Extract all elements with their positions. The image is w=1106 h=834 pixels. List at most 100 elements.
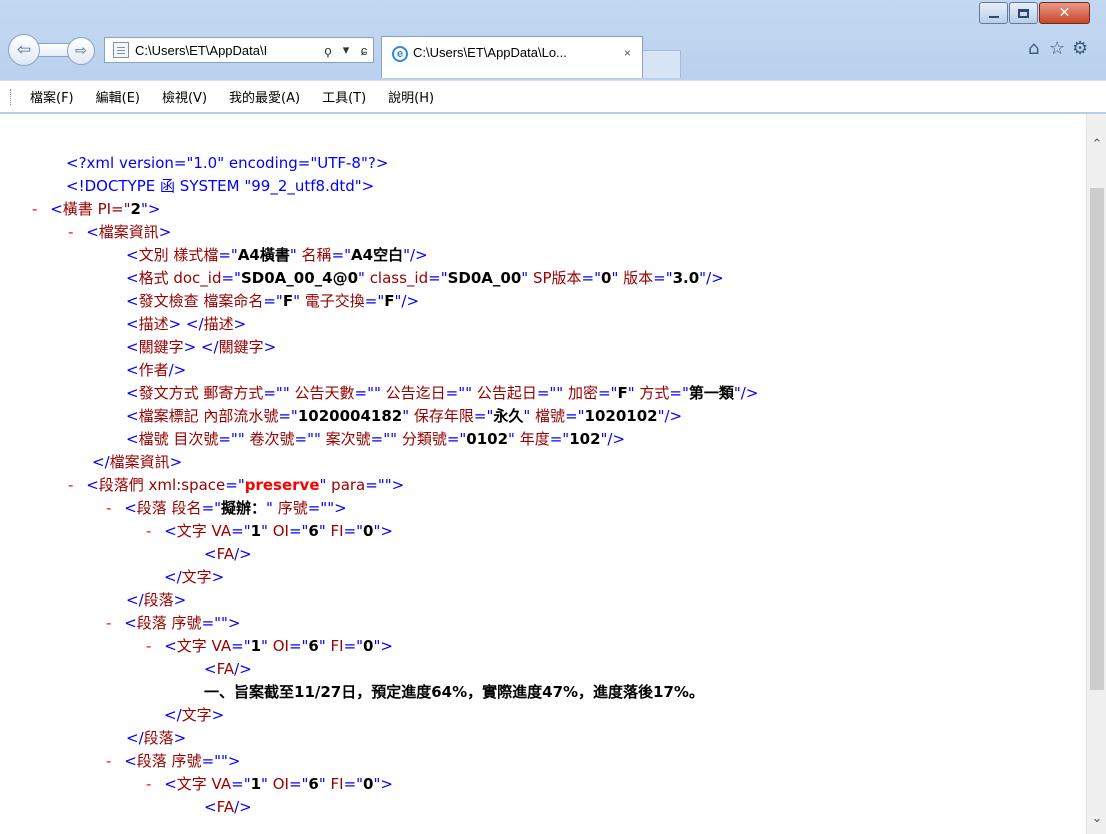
xml-bracket: <: [124, 752, 137, 770]
collapse-toggle[interactable]: -: [68, 223, 73, 241]
xml-tag: 關鍵字: [138, 338, 184, 356]
xml-attr: 加密: [567, 384, 598, 402]
xml-bracket: <: [124, 614, 137, 632]
collapse-toggle[interactable]: -: [146, 637, 151, 655]
xml-bracket: =": [331, 246, 352, 264]
vertical-scrollbar[interactable]: ⌃ ⌄: [1086, 114, 1106, 834]
xml-tag: 描述: [203, 315, 234, 333]
star-icon[interactable]: ☆: [1049, 38, 1065, 59]
xml-line: <作者/>: [126, 359, 186, 382]
xml-bracket: =": [343, 522, 364, 540]
collapse-toggle[interactable]: -: [106, 614, 111, 632]
xml-bracket: <: [126, 246, 139, 264]
xml-tag: 段落 段名: [136, 499, 202, 517]
xml-bracket: =": [288, 637, 309, 655]
menu-view[interactable]: 檢視(V): [162, 87, 207, 106]
xml-value: preserve: [244, 476, 320, 494]
xml-value: 1: [250, 637, 262, 655]
xml-bracket: ": [289, 246, 302, 264]
xml-bracket: <: [126, 384, 139, 402]
new-tab-button[interactable]: [643, 50, 681, 78]
xml-tag: 段落: [143, 729, 174, 747]
gear-icon[interactable]: ⚙: [1072, 38, 1088, 59]
xml-bracket: />: [234, 660, 252, 678]
xml-bracket: =": [288, 775, 309, 793]
xml-line: - <檔案資訊>: [68, 221, 171, 244]
xml-bracket: "/>: [394, 292, 420, 310]
close-tab-icon[interactable]: ×: [624, 46, 642, 60]
xml-attr: 公告迄日: [385, 384, 446, 402]
xml-bracket: ": [318, 637, 331, 655]
ie-logo-icon: e: [392, 46, 408, 62]
xml-bracket: >: [211, 706, 225, 724]
xml-value: 永久: [493, 407, 524, 425]
xml-bracket: >: [263, 338, 277, 356]
address-text[interactable]: C:\Users\ET\AppData\I: [135, 43, 319, 58]
scrollbar-thumb[interactable]: [1090, 188, 1104, 690]
refresh-icon[interactable]: ɕ: [355, 43, 373, 58]
xml-bracket: =": [218, 246, 238, 264]
menu-tools[interactable]: 工具(T): [322, 87, 366, 106]
home-icon[interactable]: ⌂: [1028, 38, 1039, 59]
xml-bracket: "/>: [733, 384, 759, 402]
collapse-toggle[interactable]: -: [146, 522, 151, 540]
collapse-toggle[interactable]: -: [32, 200, 37, 218]
menu-file[interactable]: 檔案(F): [30, 87, 74, 106]
xml-tag: 格式 doc_id: [138, 269, 222, 287]
maximize-button[interactable]: [1009, 2, 1038, 24]
xml-value: F: [617, 384, 628, 402]
back-arrow-icon: ⇦: [16, 40, 32, 60]
xml-bracket: =": [343, 637, 364, 655]
browser-tab[interactable]: e C:\Users\ET\AppData\Lo... ×: [381, 36, 643, 78]
xml-bracket: <: [204, 798, 217, 816]
menu-help[interactable]: 說明(H): [388, 87, 434, 106]
address-bar[interactable]: C:\Users\ET\AppData\I ϙ ▾ ɕ: [104, 37, 374, 63]
xml-bracket: =": [428, 269, 448, 287]
xml-bracket: =": [201, 499, 222, 517]
xml-tag: 檔案資訊: [109, 453, 170, 471]
forward-button[interactable]: ⇨: [67, 37, 95, 65]
xml-bracket: <: [50, 200, 63, 218]
close-window-button[interactable]: ✕: [1039, 2, 1090, 24]
minimize-button[interactable]: [979, 2, 1008, 24]
collapse-toggle[interactable]: -: [68, 476, 73, 494]
xml-bracket: <: [126, 361, 139, 379]
scroll-up-icon[interactable]: ⌃: [1087, 134, 1106, 154]
xml-bracket: <: [126, 269, 139, 287]
xml-bracket: </: [164, 568, 182, 586]
xml-text-content: 一、旨案截至11/27日，預定進度64%，實際進度47%，進度落後17%。: [204, 683, 704, 701]
xml-bracket: ": [523, 407, 536, 425]
collapse-toggle[interactable]: -: [106, 499, 111, 517]
xml-line: <關鍵字> </關鍵字>: [126, 336, 276, 359]
menu-favorites[interactable]: 我的最愛(A): [229, 87, 300, 106]
xml-bracket: =": [231, 522, 251, 540]
xml-attr: 電子交換: [304, 292, 365, 310]
xml-bracket: =": [446, 430, 467, 448]
xml-value: 2: [130, 200, 141, 218]
scroll-down-icon[interactable]: ⌄: [1087, 808, 1106, 828]
xml-tag: 作者: [138, 361, 169, 379]
collapse-toggle[interactable]: -: [146, 775, 151, 793]
xml-attr: 公告天數: [294, 384, 355, 402]
chevron-down-icon[interactable]: ▾: [337, 42, 355, 58]
xml-value: 102: [569, 430, 601, 448]
xml-tag: 段落: [143, 591, 174, 609]
xml-bracket: =": [343, 775, 364, 793]
xml-value: 6: [308, 637, 319, 655]
back-button[interactable]: ⇦: [8, 34, 40, 66]
xml-line: - <文字 VA="1" OI="6" FI="0">: [146, 635, 393, 658]
search-icon[interactable]: ϙ: [319, 43, 337, 58]
browser-chrome: ✕ ⇦ ⇨ C:\Users\ET\AppData\I ϙ ▾ ɕ e C:\U…: [0, 0, 1106, 114]
xml-bracket: ="">: [201, 614, 241, 632]
xml-bracket: <: [124, 499, 137, 517]
close-icon: ✕: [1058, 5, 1071, 21]
xml-line: <描述> </描述>: [126, 313, 246, 336]
menu-edit[interactable]: 編輯(E): [96, 87, 140, 106]
forward-arrow-icon: ⇨: [75, 43, 87, 59]
xml-value: 1020004182: [297, 407, 403, 425]
xml-bracket: />: [168, 361, 187, 379]
xml-bracket: ": [521, 269, 533, 287]
xml-line: </段落>: [126, 727, 186, 750]
xml-bracket: <: [86, 223, 99, 241]
collapse-toggle[interactable]: -: [106, 752, 111, 770]
